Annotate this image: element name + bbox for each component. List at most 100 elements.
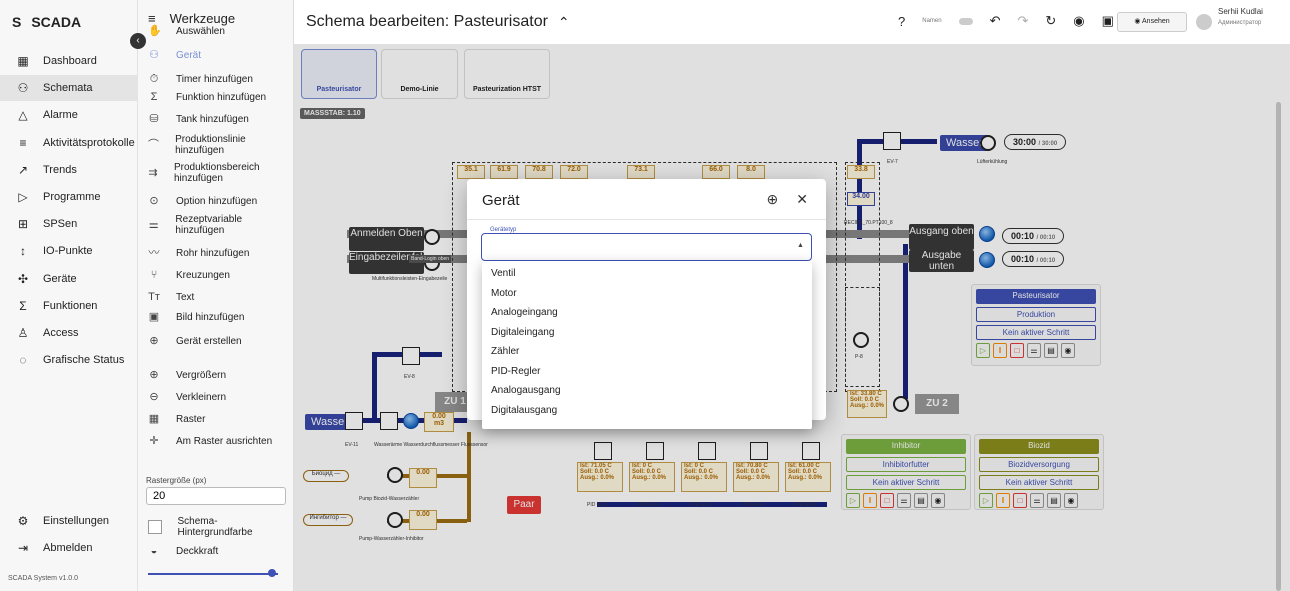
tool-item[interactable]: ✋ Auswählen (138, 22, 288, 40)
chevron-up-icon[interactable]: ⌃ (558, 14, 570, 31)
grid-size-input[interactable] (146, 487, 286, 505)
undo-icon[interactable]: ↶ (990, 13, 1001, 29)
tool-icon: ⏱ (149, 72, 159, 85)
device-icon: ✣ (17, 271, 29, 286)
sidebar-item-programme[interactable]: ▷ Programme (0, 184, 138, 210)
dropdown-option[interactable]: Zähler (482, 342, 812, 362)
redo-icon[interactable]: ↷ (1017, 13, 1028, 29)
wrench-icon: ⚙ (17, 514, 29, 528)
tool-item[interactable]: Tт Text (138, 288, 288, 306)
add-circle-icon[interactable]: ⊕ (767, 191, 779, 208)
dropdown-option[interactable]: Ventil (482, 264, 812, 284)
list-icon: ≡ (19, 135, 27, 150)
checkbox-icon[interactable] (148, 520, 162, 534)
tool-icon: ⊕ (149, 368, 159, 381)
user-name: Serhii Kudlai (1218, 7, 1263, 16)
tool-icon: ⚇ (149, 48, 159, 61)
tool-item[interactable]: ⏱ Timer hinzufügen (138, 70, 288, 88)
tool-item[interactable]: ⊕ Gerät erstellen (138, 332, 288, 350)
tool-item[interactable]: ⊖ Verkleinern (138, 388, 288, 406)
sidebar-item-grafische-status[interactable]: ◌ Grafische Status (0, 347, 138, 373)
tool-icon: ⊖ (149, 390, 159, 403)
save-icon[interactable]: ▣ (1102, 13, 1114, 29)
plc-icon: ⊞ (17, 217, 29, 232)
bell-icon: △ (18, 108, 28, 123)
tool-icon: ▣ (148, 310, 160, 323)
main-sidebar: S SCADA ▦ Dashboard ⚇ Schemata △ Alarme ≡ Aktivi… (0, 0, 138, 591)
help-icon[interactable]: ? (898, 14, 905, 29)
logout-icon: ⇥ (17, 541, 29, 555)
tool-icon: ✛ (149, 434, 159, 447)
tool-item[interactable]: ⑂ Kreuzungen (138, 266, 288, 284)
tool-item[interactable]: ⊕ Vergrößern (138, 366, 288, 384)
opacity-slider-thumb[interactable] (267, 569, 276, 577)
tool-icon: Tт (148, 290, 160, 303)
tool-icon: ⇉ (148, 166, 158, 179)
dropdown-option[interactable]: Digitalausgang (482, 401, 812, 421)
dropdown-option[interactable]: Digitaleingang (482, 323, 812, 343)
sidebar-item-trends[interactable]: ↗ Trends (0, 157, 138, 183)
tool-item[interactable]: ▦ Raster (138, 410, 288, 428)
sidebar-item-alarme[interactable]: △ Alarme (0, 102, 138, 128)
tool-item[interactable]: ▣ Bild hinzufügen (138, 308, 288, 326)
device-type-select[interactable] (481, 233, 812, 261)
dropdown-option[interactable]: Motor (482, 284, 812, 304)
sidebar-item-dashboard[interactable]: ▦ Dashboard (0, 48, 138, 74)
sidebar-item-io-punkte[interactable]: ↕ IO-Punkte (0, 238, 138, 264)
sidebar-item-settings[interactable]: ⚙ Einstellungen (0, 508, 138, 534)
tool-item[interactable]: ✛ Am Raster ausrichten (138, 432, 288, 450)
dropdown-option[interactable]: Analogeingang (482, 303, 812, 323)
device-type-dropdown: Ventil Motor Analogeingang Digitaleingang Zä… (482, 261, 812, 429)
tool-icon: Σ (150, 90, 158, 103)
sidebar-item-funktionen[interactable]: Σ Funktionen (0, 293, 138, 319)
device-type-label: Gerätetyp (487, 227, 520, 233)
tool-item[interactable]: 〰 Rohr hinzufügen (138, 244, 288, 262)
tool-item[interactable]: ⌒ Produktionslinie hinzufügen (138, 134, 288, 156)
tool-icon: ▦ (148, 412, 160, 425)
tool-icon: 〰 (148, 246, 160, 259)
toolbar-icons: ? Namen ↶ ↷ ↻ ◉ ▣ (898, 13, 1114, 29)
page-title: Schema bearbeiten: Pasteurisator (306, 13, 548, 30)
tool-icon: ⊙ (149, 194, 159, 207)
tool-item[interactable]: ⇉ Produktionsbereich hinzufügen (138, 162, 288, 184)
sidebar-item-access[interactable]: ♙ Access (0, 320, 138, 346)
sidebar-item-geräte[interactable]: ✣ Geräte (0, 266, 138, 292)
play-icon: ▷ (18, 190, 28, 204)
collapse-sidebar-button[interactable]: ‹ (130, 33, 146, 49)
user-role: Администратор (1218, 20, 1262, 26)
opacity-label-row: ◒ Deckkraft (138, 545, 288, 558)
grid-size-label: Rastergröße (px) (146, 476, 207, 485)
sidebar-item-schemata[interactable]: ⚇ Schemata (0, 75, 138, 102)
schema-icon: ⚇ (17, 81, 29, 96)
sidebar-item-logout[interactable]: ⇥ Abmelden (0, 535, 138, 561)
access-icon: ♙ (17, 326, 29, 340)
dialog-actions: ⊕ ✕ (767, 191, 808, 208)
dropdown-option[interactable]: PID-Regler (482, 362, 812, 382)
dashboard-icon: ▦ (17, 54, 29, 68)
tool-item[interactable]: ⊙ Option hinzufügen (138, 192, 288, 210)
drop-icon: ◒ (150, 545, 158, 557)
background-color-option[interactable]: Schema-Hintergrundfarbe (138, 516, 288, 538)
tool-icon: ⊕ (149, 334, 159, 347)
sidebar-item-aktivitätsprotokolle[interactable]: ≡ Aktivitätsprotokolle (0, 130, 138, 156)
eye-icon[interactable]: ◉ (1073, 13, 1084, 29)
close-icon[interactable]: ✕ (796, 191, 808, 208)
avatar[interactable] (1196, 14, 1212, 30)
status-icon: ◌ (19, 353, 27, 368)
refresh-icon[interactable]: ↻ (1045, 13, 1056, 29)
view-button[interactable]: ◉ Ansehen (1117, 12, 1187, 32)
tool-item[interactable]: ⛁ Tank hinzufügen (138, 110, 288, 128)
caret-up-icon[interactable]: ▲ (797, 242, 804, 249)
names-toggle-label: Namen (922, 18, 942, 24)
app-logo[interactable]: S SCADA (12, 14, 81, 30)
tool-item[interactable]: Σ Funktion hinzufügen (138, 88, 288, 106)
top-bar: Schema bearbeiten: Pasteurisator ⌃ ? Nam… (294, 0, 1290, 44)
opacity-slider[interactable] (148, 573, 278, 575)
dropdown-option[interactable]: Analogausgang (482, 381, 812, 401)
tool-item[interactable]: ⚌ Rezeptvariable hinzufügen (138, 214, 288, 236)
sidebar-item-spsen[interactable]: ⊞ SPSen (0, 211, 138, 237)
names-toggle[interactable] (958, 17, 973, 25)
tool-icon: ⛁ (149, 112, 159, 125)
tool-item[interactable]: ⚇ Gerät (138, 46, 288, 64)
tool-icon: ⚌ (148, 218, 159, 231)
